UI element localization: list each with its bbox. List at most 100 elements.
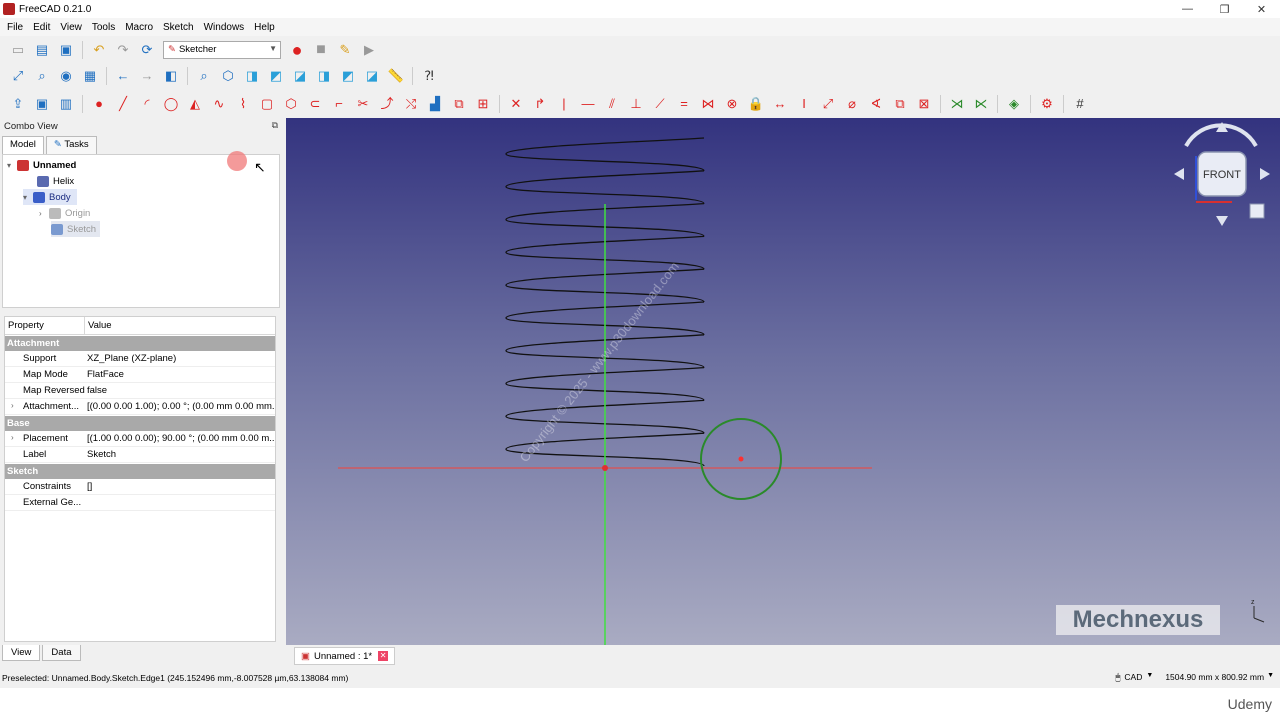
property-row[interactable]: External Ge... [5,495,275,511]
constrain-distance-icon[interactable]: ⤢ [818,94,838,114]
top-view-icon[interactable]: ◩ [266,66,286,86]
expand-arrow-icon[interactable]: › [39,209,49,218]
menu-macro[interactable]: Macro [120,22,158,33]
property-row[interactable]: Constraints [] [5,479,275,495]
menu-sketch[interactable]: Sketch [158,22,199,33]
view-section-icon[interactable]: ▥ [56,94,76,114]
redo-icon[interactable]: ↷ [113,40,133,60]
constrain-perpendicular-icon[interactable]: ⊥ [626,94,646,114]
sync-view-icon[interactable]: ◧ [161,66,181,86]
bottom-view-icon[interactable]: ◩ [338,66,358,86]
point-icon[interactable]: ● [89,94,109,114]
value-column-header[interactable]: Value [85,320,112,331]
grid-icon[interactable]: # [1070,94,1090,114]
3d-viewport[interactable]: Copyright © 2025 - www.p30download.com F… [286,118,1280,645]
float-panel-icon[interactable]: ⧉ [272,120,278,131]
constrain-block-icon[interactable]: ⊗ [722,94,742,114]
property-group-sketch[interactable]: Sketch [5,464,275,479]
menu-file[interactable]: File [2,22,28,33]
property-row[interactable]: Support XZ_Plane (XZ-plane) [5,351,275,367]
rectangle-icon[interactable]: ▢ [257,94,277,114]
view-left-arrow-icon[interactable] [1174,168,1184,180]
open-file-icon[interactable]: ▤ [32,40,52,60]
tree-item-unnamed[interactable]: ▾ Unnamed [7,157,76,173]
navigation-cube[interactable]: FRONT [1174,122,1270,226]
document-tab[interactable]: ▣ Unnamed : 1* ✕ [294,647,396,665]
sketcher-tools-icon[interactable]: ◈ [1004,94,1024,114]
polygon-icon[interactable]: ⬡ [281,94,301,114]
constrain-angle-icon[interactable]: ∢ [866,94,886,114]
draw-style-icon[interactable]: ◉ [56,66,76,86]
close-tab-icon[interactable]: ✕ [378,651,389,661]
constrain-vertical-icon[interactable]: | [554,94,574,114]
conic-icon[interactable]: ◭ [185,94,205,114]
constrain-symmetric-icon[interactable]: ⋈ [698,94,718,114]
run-macro-icon[interactable]: ▶ [359,40,379,60]
toggle-active-icon[interactable]: ⊠ [914,94,934,114]
property-value[interactable]: [(1.00 0.00 0.00); 90.00 °; (0.00 mm 0.0… [85,433,275,444]
edit-macro-icon[interactable]: ✎ [335,40,355,60]
constrain-horizontal-icon[interactable]: — [578,94,598,114]
menu-windows[interactable]: Windows [199,22,250,33]
property-value[interactable]: [] [85,481,275,492]
menu-tools[interactable]: Tools [87,22,120,33]
forward-icon[interactable]: → [137,66,157,86]
left-view-icon[interactable]: ◪ [362,66,382,86]
tree-item-sketch[interactable]: Sketch [51,221,101,237]
external-geometry-icon[interactable]: ▟ [425,94,445,114]
tree-item-helix[interactable]: Helix [37,173,74,189]
property-row[interactable]: Map Mode FlatFace [5,367,275,383]
navcube-menu-icon[interactable] [1249,203,1265,219]
arc-icon[interactable]: ◜ [137,94,157,114]
expand-arrow-icon[interactable]: › [11,401,14,410]
view-right-arrow-icon[interactable] [1260,168,1270,180]
circle-icon[interactable]: ◯ [161,94,181,114]
refresh-icon[interactable]: ⟳ [137,40,157,60]
constrain-point-on-object-icon[interactable]: ↱ [530,94,550,114]
collapse-arrow-icon[interactable]: ▾ [7,161,17,170]
viewport-canvas[interactable]: Copyright © 2025 - www.p30download.com F… [286,118,1280,645]
measure-icon[interactable]: 📏 [386,66,406,86]
menu-view[interactable]: View [55,22,87,33]
line-icon[interactable]: ╱ [113,94,133,114]
origin-point[interactable] [602,465,608,471]
constrain-tangent-icon[interactable]: ⟋ [650,94,670,114]
rear-view-icon[interactable]: ◨ [314,66,334,86]
front-view-icon[interactable]: ◨ [242,66,262,86]
extend-icon[interactable]: ⤴ [377,94,397,114]
property-row[interactable]: › Attachment... [(0.00 0.00 1.00); 0.00 … [5,399,275,415]
view-sketch-icon[interactable]: ▣ [32,94,52,114]
menu-help[interactable]: Help [249,22,280,33]
bspline-tools-icon[interactable]: ⚙ [1037,94,1057,114]
property-column-header[interactable]: Property [5,316,85,335]
minimize-button[interactable]: — [1169,0,1206,18]
show-hide-constraints-icon[interactable]: ⋊ [947,94,967,114]
record-macro-icon[interactable]: ● [287,40,307,60]
tree-item-origin[interactable]: › Origin [39,205,90,221]
carbon-copy-icon[interactable]: ⧉ [449,94,469,114]
isometric-icon[interactable]: ⬡ [218,66,238,86]
close-button[interactable]: ✕ [1243,0,1280,18]
property-value[interactable]: FlatFace [85,369,275,380]
trim-icon[interactable]: ✂ [353,94,373,114]
fit-all-icon[interactable]: ⤢ [8,66,28,86]
property-row[interactable]: Label Sketch [5,447,275,463]
property-row[interactable]: Map Reversed false [5,383,275,399]
property-value[interactable]: false [85,385,275,396]
tree-item-body[interactable]: ▾ Body [23,189,77,205]
whats-this-icon[interactable]: ⁈ [419,66,439,86]
split-icon[interactable]: ⤭ [401,94,421,114]
bounding-box-icon[interactable]: ▦ [80,66,100,86]
constrain-coincident-icon[interactable]: ✕ [506,94,526,114]
constrain-horizontal-distance-icon[interactable]: ↔ [770,94,790,114]
property-row[interactable]: › Placement [(1.00 0.00 0.00); 90.00 °; … [5,431,275,447]
polyline-icon[interactable]: ⌇ [233,94,253,114]
tab-view[interactable]: View [2,645,41,661]
slot-icon[interactable]: ⊂ [305,94,325,114]
property-value[interactable]: Sketch [85,449,275,460]
constrain-equal-icon[interactable]: = [674,94,694,114]
select-elements-icon[interactable]: ⋉ [971,94,991,114]
tab-model[interactable]: Model [2,136,44,154]
bspline-icon[interactable]: ∿ [209,94,229,114]
expand-arrow-icon[interactable]: › [11,433,14,442]
